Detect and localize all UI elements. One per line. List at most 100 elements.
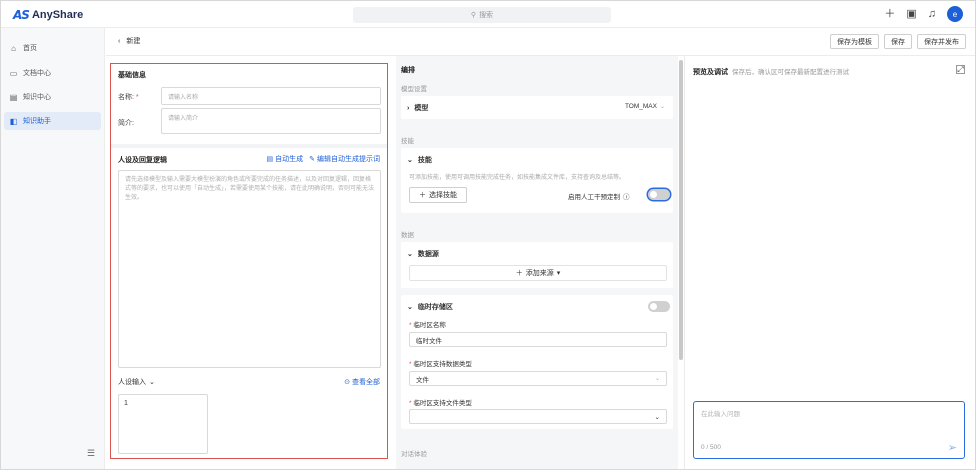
manual-intervene-label: 启用人工干预定制 ⓘ	[568, 191, 630, 201]
top-bar: AS AnyShare ⚲ 搜索 ＋ ▣ ♫ e	[1, 1, 975, 28]
select-skill-button[interactable]: ＋选择技能	[409, 187, 467, 203]
view-all-link[interactable]: ⊙ 查看全部	[344, 377, 380, 387]
orchestration-scrollbar[interactable]	[679, 60, 683, 360]
sidebar: ⌂ 首页 ▭ 文档中心 ▤ 知识中心 ◧ 知识助手 ☰	[1, 28, 105, 469]
dialog-experience-label: 对话体验	[401, 451, 427, 458]
save-publish-button[interactable]: 保存并发布	[917, 34, 966, 49]
search-icon: ⚲	[470, 12, 477, 19]
temp-area-card: ⌄ 临时存储区 * 临时区名称 临时文件 * 临时区支持数据类型 文件 ⌄ * 临…	[401, 295, 673, 429]
chat-placeholder: 在此输入问题	[701, 411, 740, 418]
model-select[interactable]: TOM_MAX ⌄	[625, 103, 665, 110]
search-placeholder: 搜索	[479, 12, 494, 19]
orchestration-panel: 编排 模型设置 › 模型 TOM_MAX ⌄ 技能 ⌄ 技能 可添加技能，使用可调…	[396, 56, 678, 469]
basic-info-title: 基础信息	[118, 72, 146, 79]
chevron-down-icon: ⌄	[659, 104, 665, 110]
preview-title: 预览及调试	[693, 69, 728, 76]
home-icon: ⌂	[11, 43, 16, 53]
temp-name-input[interactable]: 临时文件	[409, 332, 667, 347]
persona-actions: ▤ 自动生成 ✎ 编辑自动生成提示词	[267, 154, 381, 164]
sidebar-item-docs[interactable]: ▭ 文档中心	[4, 64, 101, 82]
line-number: 1	[124, 400, 128, 407]
preview-panel: 预览及调试 保存后，确认区可保存最新配置进行测试 ⤢ 在此输入问题 0 / 50…	[684, 56, 975, 469]
chevron-down-icon: ⌄	[654, 413, 660, 421]
add-source-button[interactable]: ＋添加来源 ▾	[409, 265, 667, 281]
sidebar-item-label: 知识中心	[23, 94, 51, 101]
sidebar-item-label: 知识助手	[23, 118, 51, 125]
page-title: 新建	[126, 38, 141, 45]
manual-intervene-toggle[interactable]	[648, 189, 670, 200]
temp-name-label: * 临时区名称	[409, 322, 446, 329]
chat-input[interactable]: 在此输入问题 0 / 500 ➢	[693, 401, 965, 459]
page-header: ‹ 新建 保存为模板 保存 保存并发布	[106, 28, 975, 56]
persona-textarea[interactable]: 请先选择模型及输入需要大模型扮演的角色或所要完成的任务描述，以及对回复逻辑，回复…	[118, 170, 381, 368]
chevron-left-icon: ‹	[118, 37, 121, 45]
name-input[interactable]: 请输入名称	[161, 87, 381, 105]
sidebar-item-home[interactable]: ⌂ 首页	[4, 39, 101, 57]
logo-text: AnyShare	[31, 9, 84, 21]
temp-type-select[interactable]: 文件 ⌄	[409, 371, 667, 386]
temp-area-row[interactable]: ⌄ 临时存储区	[407, 302, 453, 312]
edit-icon: ✎	[309, 156, 315, 163]
expand-circle-icon: ⊙	[344, 379, 350, 386]
search-input[interactable]: ⚲ 搜索	[353, 7, 611, 23]
basic-settings-panel: 基础信息 名称: * 请输入名称 简介: 请输入简介 人设及回复逻辑 ▤ 自动生成…	[110, 63, 388, 459]
caret-down-icon: ▾	[556, 270, 561, 277]
data-source-card: ⌄ 数据源 ＋添加来源 ▾	[401, 242, 673, 288]
app-logo[interactable]: AS AnyShare	[13, 8, 83, 22]
section-divider	[111, 144, 387, 148]
plus-icon: ＋	[419, 192, 426, 199]
chevron-down-icon: ⌄	[654, 376, 660, 382]
model-row: › 模型	[407, 104, 429, 113]
bell-icon[interactable]: ♫	[928, 8, 936, 20]
chevron-right-icon: ›	[407, 104, 410, 112]
plus-icon: ＋	[515, 270, 523, 277]
model-card[interactable]: › 模型 TOM_MAX ⌄	[401, 96, 673, 119]
menu-collapse-icon[interactable]: ☰	[87, 448, 95, 459]
chevron-down-icon: ⌄	[407, 157, 413, 164]
avatar[interactable]: e	[947, 6, 963, 22]
save-button[interactable]: 保存	[884, 34, 912, 49]
persona-title: 人设及回复逻辑	[118, 157, 167, 164]
skills-row[interactable]: ⌄ 技能	[407, 155, 432, 165]
preview-note: 保存后，确认区可保存最新配置进行测试	[732, 69, 849, 76]
orchestration-title: 编排	[401, 67, 415, 74]
chevron-down-icon: ⌄	[149, 379, 155, 386]
sidebar-item-label: 文档中心	[23, 70, 51, 77]
header-actions: 保存为模板 保存 保存并发布	[830, 34, 966, 49]
expand-icon[interactable]: ⤢	[956, 65, 965, 74]
temp-file-label: * 临时区支持文件类型	[409, 400, 472, 407]
chevron-down-icon: ⌄	[407, 304, 413, 311]
data-section-label: 数据	[401, 232, 414, 239]
persona-variable-editor[interactable]: 1	[118, 394, 208, 454]
plus-icon[interactable]: ＋	[884, 8, 895, 20]
temp-type-label: * 临时区支持数据类型	[409, 361, 472, 368]
skills-section-label: 技能	[401, 138, 414, 145]
temp-file-select[interactable]: ⌄	[409, 409, 667, 424]
temp-area-toggle[interactable]	[648, 301, 670, 312]
desc-label: 简介:	[118, 120, 134, 127]
help-icon: ⓘ	[623, 194, 630, 201]
top-actions: ＋ ▣ ♫ e	[884, 6, 963, 22]
back-button[interactable]: ‹ 新建	[118, 36, 140, 46]
skills-card: ⌄ 技能 可添加技能，使用可调用技能完成任务，如技能集成文件库，支持查询及总结等…	[401, 148, 673, 213]
save-as-template-button[interactable]: 保存为模板	[830, 34, 879, 49]
book-icon: ▤	[9, 92, 18, 102]
clipboard-icon[interactable]: ▣	[906, 8, 916, 20]
skills-description: 可添加技能，使用可调用技能完成任务，如技能集成文件库，支持查询及总结等。	[409, 175, 626, 181]
preview-header: 预览及调试 保存后，确认区可保存最新配置进行测试	[693, 66, 849, 77]
send-icon[interactable]: ➢	[948, 441, 957, 454]
persona-variable-dropdown[interactable]: 人设输入 ⌄	[118, 377, 155, 387]
data-source-row[interactable]: ⌄ 数据源	[407, 249, 439, 259]
sidebar-item-assistant[interactable]: ◧ 知识助手	[4, 112, 101, 130]
document-icon: ▤	[266, 156, 274, 163]
char-counter: 0 / 500	[701, 444, 721, 451]
edit-prompt-link[interactable]: ✎ 编辑自动生成提示词	[309, 154, 380, 164]
sidebar-item-knowledge[interactable]: ▤ 知识中心	[4, 88, 101, 106]
logo-mark: AS	[13, 8, 30, 22]
chevron-down-icon: ⌄	[407, 251, 413, 258]
desc-input[interactable]: 请输入简介	[161, 108, 381, 134]
sidebar-item-label: 首页	[23, 45, 37, 52]
model-settings-label: 模型设置	[401, 86, 427, 93]
auto-generate-link[interactable]: ▤ 自动生成	[267, 154, 304, 164]
folder-icon: ▭	[9, 68, 18, 78]
